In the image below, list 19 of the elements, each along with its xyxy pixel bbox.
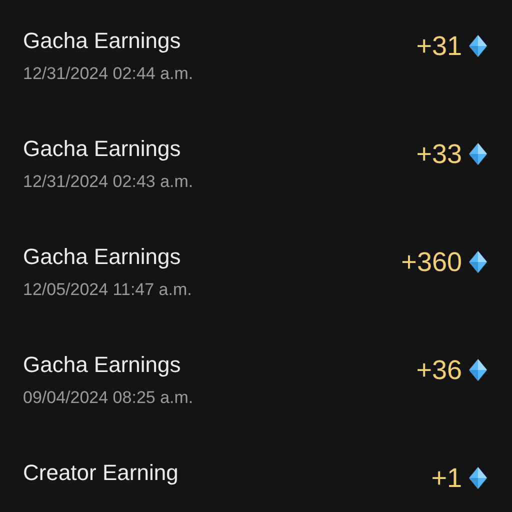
transaction-title: Gacha Earnings: [23, 244, 182, 270]
transaction-date: 09/04/2024 08:25 a.m.: [23, 388, 194, 408]
transaction-date: 12/31/2024 02:44 a.m.: [23, 64, 194, 84]
diamond-icon: [468, 250, 488, 274]
amount: +1: [431, 462, 462, 494]
transaction-title: Gacha Earnings: [23, 352, 182, 378]
transaction-date: 12/05/2024 11:47 a.m.: [23, 280, 192, 300]
amount: +33: [416, 138, 462, 170]
amount: +360: [401, 246, 462, 278]
transaction-title: Creator Earning: [23, 460, 178, 486]
amount: +31: [416, 30, 462, 62]
diamond-icon: [468, 34, 488, 58]
transaction-date: 12/31/2024 02:43 a.m.: [23, 172, 194, 192]
transaction-title: Gacha Earnings: [23, 136, 182, 162]
diamond-icon: [468, 466, 488, 490]
diamond-icon: [468, 142, 488, 166]
diamond-icon: [468, 358, 488, 382]
amount: +36: [416, 354, 462, 386]
transaction-title: Gacha Earnings: [23, 28, 182, 54]
